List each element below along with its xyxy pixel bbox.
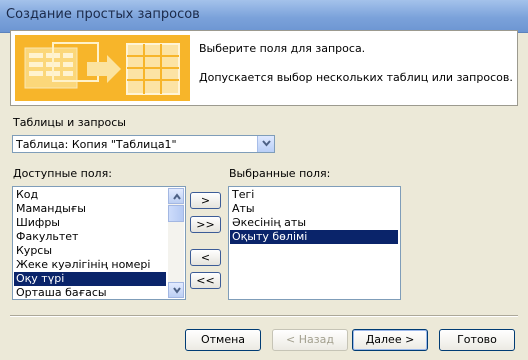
list-item[interactable]: Аты: [230, 202, 398, 216]
table-transfer-icon: [24, 42, 180, 95]
query-wizard-dialog: Создание простых запросов Выберите поля …: [0, 0, 528, 360]
list-item[interactable]: Оқыту бөлімі: [230, 230, 398, 244]
chevron-down-icon: [173, 287, 181, 294]
available-scrollbar[interactable]: [168, 188, 184, 298]
scroll-down-button[interactable]: [168, 282, 184, 298]
list-item[interactable]: Әкесінің аты: [230, 216, 398, 230]
title-bar[interactable]: Создание простых запросов: [0, 0, 528, 33]
list-item[interactable]: Факультет: [14, 230, 166, 244]
footer-separator: [10, 315, 518, 317]
chevron-up-icon: [173, 193, 181, 200]
chevron-down-icon: [262, 140, 271, 147]
window-title: Создание простых запросов: [6, 7, 200, 22]
source-selected-value: Таблица: Копия "Таблица1": [16, 138, 177, 151]
remove-one-button[interactable]: <: [190, 249, 221, 266]
scroll-thumb[interactable]: [168, 205, 184, 222]
list-item[interactable]: Шифры: [14, 216, 166, 230]
remove-all-button[interactable]: <<: [190, 272, 221, 289]
list-item[interactable]: Оқу түрі: [14, 272, 166, 286]
instruction-text: Выберите поля для запроса.: [199, 42, 366, 55]
list-item[interactable]: Мамандығы: [14, 202, 166, 216]
back-button[interactable]: < Назад: [272, 329, 348, 351]
add-all-button[interactable]: >>: [190, 216, 221, 233]
add-one-button[interactable]: >: [190, 192, 221, 209]
list-item[interactable]: Тегі: [230, 188, 398, 202]
scroll-up-button[interactable]: [168, 188, 184, 204]
wizard-header: Выберите поля для запроса. Допускается в…: [10, 30, 518, 106]
selected-fields-list[interactable]: Тегі Аты Әкесінің аты Оқыту бөлімі: [228, 186, 401, 300]
available-label: Доступные поля:: [13, 167, 112, 180]
available-fields-list[interactable]: Код Мамандығы Шифры Факультет Курсы Жеке куәл…: [12, 186, 186, 300]
source-label: Таблицы и запросы: [13, 116, 126, 129]
list-item[interactable]: Орташа бағасы: [14, 286, 166, 299]
list-item[interactable]: Код: [14, 188, 166, 202]
wizard-illustration: [15, 35, 190, 101]
source-combobox[interactable]: Таблица: Копия "Таблица1": [12, 135, 275, 153]
finish-button[interactable]: Готово: [439, 329, 515, 351]
next-button[interactable]: Далее >: [352, 329, 428, 351]
note-text: Допускается выбор нескольких таблиц или …: [199, 71, 513, 84]
cancel-button[interactable]: Отмена: [185, 329, 261, 351]
list-item[interactable]: Жеке куәлігінің номері: [14, 258, 166, 272]
list-item[interactable]: Курсы: [14, 244, 166, 258]
combo-dropdown-button[interactable]: [257, 136, 274, 152]
chosen-label: Выбранные поля:: [229, 167, 331, 180]
